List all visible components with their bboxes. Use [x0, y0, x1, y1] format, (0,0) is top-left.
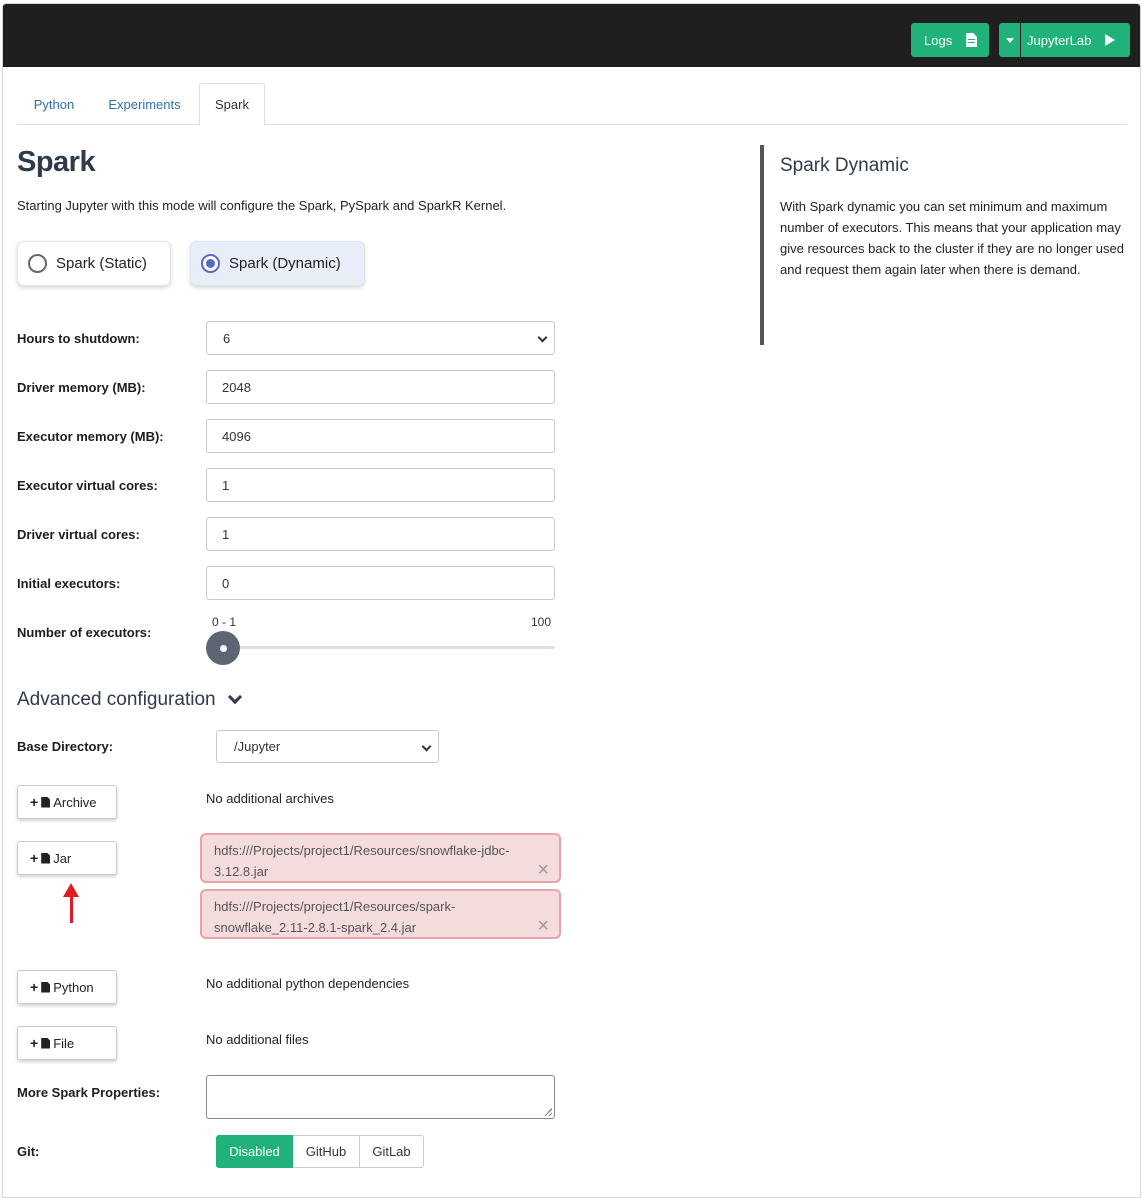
file-button-label: File	[53, 1035, 75, 1051]
driver-memory-label: Driver memory (MB):	[17, 380, 146, 395]
archive-button-label: Archive	[53, 794, 97, 810]
slider-max-label: 100	[531, 615, 552, 629]
file-icon	[41, 1037, 51, 1049]
more-properties-label: More Spark Properties:	[17, 1085, 161, 1100]
close-icon[interactable]: ×	[537, 916, 549, 936]
logs-label: Logs	[924, 32, 953, 48]
more-properties-textarea[interactable]	[206, 1075, 555, 1119]
tab-spark[interactable]: Spark	[199, 83, 265, 126]
file-icon	[41, 981, 51, 993]
git-toggle-group: Disabled GitHub GitLab	[216, 1135, 424, 1168]
executors-slider-handle[interactable]	[206, 631, 240, 665]
chevron-down-icon	[227, 689, 242, 705]
hours-select[interactable]: 6	[206, 321, 555, 355]
executor-memory-input[interactable]: 4096	[206, 419, 555, 453]
python-note: No additional python dependencies	[206, 976, 410, 991]
python-button-label: Python	[53, 979, 94, 995]
close-icon[interactable]: ×	[537, 860, 549, 880]
sidebar-accent-bar	[760, 145, 764, 345]
add-python-button[interactable]: + Python	[17, 970, 117, 1004]
executor-memory-label: Executor memory (MB):	[17, 429, 164, 444]
hours-value: 6	[223, 330, 231, 346]
caret-down-icon	[1005, 37, 1014, 43]
resize-handle-icon[interactable]	[544, 1108, 552, 1116]
plus-icon: +	[30, 850, 39, 866]
slider-range-label: 0 - 1	[212, 615, 237, 629]
page-title: Spark	[17, 146, 96, 178]
app-window: Logs JupyterLab Python Experiments Spark…	[2, 3, 1141, 1198]
base-directory-value: /Jupyter	[234, 739, 281, 754]
sidebar-description: With Spark dynamic you can set minimum a…	[780, 199, 1124, 277]
git-disabled-button[interactable]: Disabled	[216, 1135, 293, 1168]
tab-python[interactable]: Python	[19, 83, 89, 125]
jar-path: hdfs:///Projects/project1/Resources/snow…	[214, 843, 510, 879]
jupyterlab-button[interactable]: JupyterLab	[1021, 23, 1130, 57]
jar-button-label: Jar	[53, 850, 72, 866]
sidebar-title: Spark Dynamic	[780, 155, 909, 176]
jar-item: hdfs:///Projects/project1/Resources/snow…	[200, 833, 561, 883]
plus-icon: +	[30, 979, 39, 995]
git-gitlab-button[interactable]: GitLab	[360, 1135, 424, 1168]
initial-executors-input[interactable]: 0	[206, 566, 555, 600]
spark-static-label: Spark (Static)	[56, 255, 147, 272]
plus-icon: +	[30, 1035, 39, 1051]
plus-icon: +	[30, 794, 39, 810]
base-directory-label: Base Directory:	[17, 739, 114, 754]
annotation-arrow-shaft	[70, 893, 73, 923]
driver-cores-label: Driver virtual cores:	[17, 527, 140, 542]
jar-item: hdfs:///Projects/project1/Resources/spar…	[200, 889, 561, 939]
add-file-button[interactable]: + File	[17, 1026, 117, 1060]
git-label: Git:	[17, 1144, 40, 1159]
logs-button[interactable]: Logs	[911, 23, 989, 57]
executor-cores-input[interactable]: 1	[206, 468, 555, 502]
initial-executors-label: Initial executors:	[17, 576, 121, 591]
chevron-down-icon	[421, 741, 432, 752]
jupyterlab-label: JupyterLab	[1027, 32, 1092, 48]
add-jar-button[interactable]: + Jar	[17, 841, 117, 875]
num-executors-label: Number of executors:	[17, 625, 152, 640]
radio-unchecked-icon	[28, 254, 47, 273]
hours-label: Hours to shutdown:	[17, 331, 140, 346]
spark-dynamic-label: Spark (Dynamic)	[229, 255, 341, 272]
file-note: No additional files	[206, 1032, 309, 1047]
page-subtitle: Starting Jupyter with this mode will con…	[17, 198, 507, 213]
file-icon	[41, 796, 51, 808]
executors-slider-track[interactable]	[223, 646, 555, 649]
driver-memory-input[interactable]: 2048	[206, 370, 555, 404]
git-github-button[interactable]: GitHub	[293, 1135, 360, 1168]
spark-static-option[interactable]: Spark (Static)	[17, 241, 171, 286]
play-icon	[1105, 34, 1116, 46]
dropdown-toggle-button[interactable]	[999, 23, 1020, 57]
advanced-config-toggle[interactable]: Advanced configuration	[17, 689, 242, 711]
spark-dynamic-option[interactable]: Spark (Dynamic)	[190, 241, 365, 286]
advanced-config-title: Advanced configuration	[17, 689, 216, 710]
file-text-icon	[966, 33, 978, 47]
top-bar: Logs JupyterLab	[3, 4, 1140, 67]
file-icon	[41, 852, 51, 864]
executor-cores-label: Executor virtual cores:	[17, 478, 158, 493]
base-directory-select[interactable]: /Jupyter	[216, 730, 439, 763]
radio-checked-icon	[201, 254, 220, 273]
tab-bar: Python Experiments Spark	[17, 83, 1127, 126]
jar-path: hdfs:///Projects/project1/Resources/spar…	[214, 899, 456, 935]
chevron-down-icon	[537, 332, 548, 343]
tab-experiments[interactable]: Experiments	[97, 83, 192, 125]
archive-note: No additional archives	[206, 791, 334, 806]
add-archive-button[interactable]: + Archive	[17, 785, 117, 819]
driver-cores-input[interactable]: 1	[206, 517, 555, 551]
